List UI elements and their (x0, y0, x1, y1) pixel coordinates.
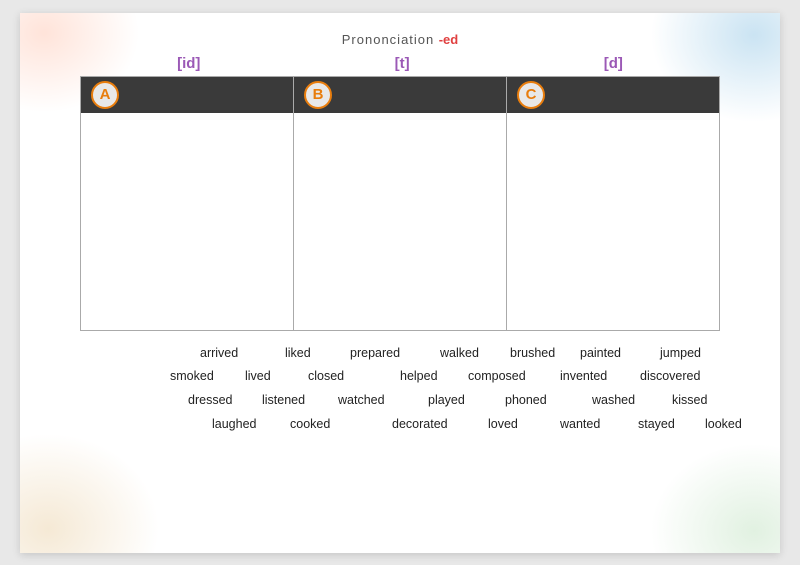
badge-b: B (304, 81, 332, 109)
column-b: B (294, 77, 507, 330)
badge-c: C (517, 81, 545, 109)
word-item: lived (245, 369, 271, 383)
word-bank: arrived liked prepared walked brushed painted… (70, 341, 730, 451)
word-item: jumped (660, 346, 701, 360)
word-item: phoned (505, 393, 547, 407)
badge-a: A (91, 81, 119, 109)
page-title: Prononciation (342, 32, 435, 47)
word-item: closed (308, 369, 344, 383)
word-item: stayed (638, 417, 675, 431)
word-item: wanted (560, 417, 600, 431)
sorting-table: A B C (80, 76, 720, 331)
word-item: washed (592, 393, 635, 407)
phonetic-id: [id] (177, 55, 200, 72)
word-item: decorated (392, 417, 448, 431)
word-item: painted (580, 346, 621, 360)
phonetic-d: [d] (604, 55, 623, 72)
column-a: A (81, 77, 294, 330)
word-item: walked (440, 346, 479, 360)
word-item: kissed (672, 393, 707, 407)
word-item: brushed (510, 346, 555, 360)
col-b-body (294, 113, 506, 330)
column-c: C (507, 77, 719, 330)
word-item: helped (400, 369, 438, 383)
word-item: composed (468, 369, 526, 383)
col-a-body (81, 113, 293, 330)
word-item: invented (560, 369, 607, 383)
col-a-header: A (81, 77, 293, 113)
word-item: cooked (290, 417, 330, 431)
word-item: listened (262, 393, 305, 407)
word-item: prepared (350, 346, 400, 360)
word-item: laughed (212, 417, 257, 431)
word-item: played (428, 393, 465, 407)
col-c-header: C (507, 77, 719, 113)
word-item: dressed (188, 393, 232, 407)
col-c-body (507, 113, 719, 330)
word-item: loved (488, 417, 518, 431)
word-item: smoked (170, 369, 214, 383)
word-item: watched (338, 393, 385, 407)
col-b-header: B (294, 77, 506, 113)
word-item: looked (705, 417, 742, 431)
phonetic-t: [t] (395, 55, 410, 72)
word-item: liked (285, 346, 311, 360)
word-item: discovered (640, 369, 700, 383)
word-item: arrived (200, 346, 238, 360)
ed-label: -ed (439, 32, 459, 47)
